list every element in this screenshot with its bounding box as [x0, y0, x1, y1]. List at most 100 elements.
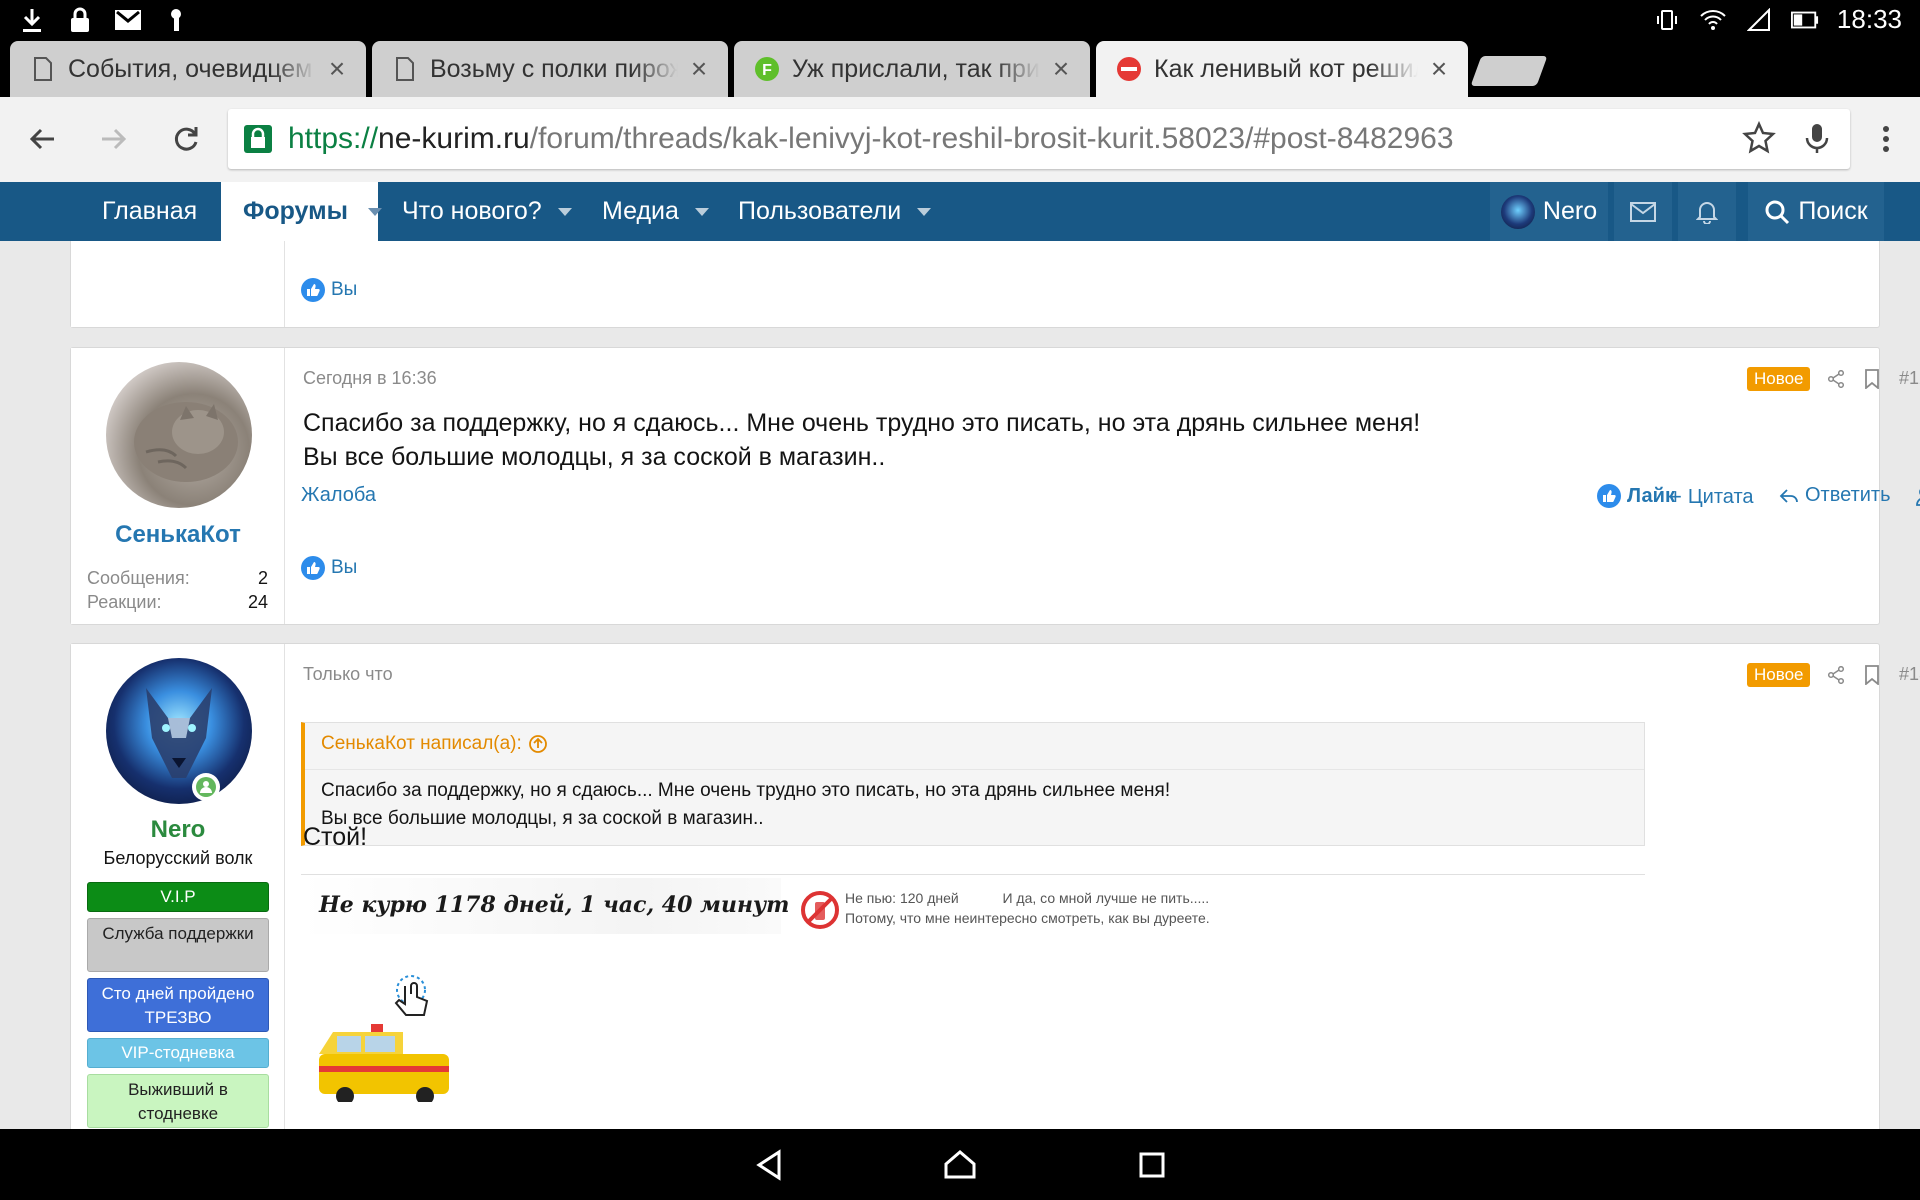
share-icon[interactable] [1825, 368, 1847, 390]
post-date[interactable]: Сегодня в 16:36 [303, 368, 437, 389]
nav-forums[interactable]: Форумы [221, 182, 382, 241]
search-label: Поиск [1798, 197, 1868, 225]
browser-tab-1[interactable]: События, очевидцем ко × [10, 41, 366, 97]
report-link[interactable]: Жалоба [301, 484, 376, 507]
reactions-bar[interactable]: Вы [301, 556, 357, 580]
nav-recents-icon[interactable] [1134, 1147, 1170, 1183]
browser-tab-2[interactable]: Возьму с полки пирожо × [372, 41, 728, 97]
online-status-icon [192, 773, 220, 801]
close-icon[interactable]: × [1050, 55, 1072, 83]
reactions-bar[interactable]: Вы [301, 278, 357, 302]
quote-line: Спасибо за поддержку, но я сдаюсь... Мне… [321, 780, 1171, 801]
browser-tab-3[interactable]: F Уж прислали, так присл × [734, 41, 1090, 97]
chevron-down-icon[interactable] [917, 207, 932, 216]
signature-divider [301, 874, 1645, 875]
reaction-users: Вы [331, 279, 358, 300]
close-icon[interactable]: × [1428, 55, 1450, 83]
post-previous: Вы [70, 241, 1880, 328]
address-bar[interactable]: https://ne-kurim.ru/forum/threads/kak-le… [228, 109, 1850, 169]
back-arrow-icon[interactable] [18, 115, 66, 163]
post-date[interactable]: Только что [303, 664, 393, 685]
user-banner-vip-challenge: VIP-стодневка [87, 1038, 269, 1068]
url-text: https://ne-kurim.ru/forum/threads/kak-le… [288, 122, 1454, 156]
user-title: Белорусский волк [103, 848, 253, 868]
svg-text:F: F [762, 62, 772, 79]
post-user-column: Nero Белорусский волк V.I.P Служба подде… [71, 644, 285, 1129]
bell-icon[interactable] [1678, 182, 1736, 241]
bookmark-icon[interactable] [1861, 368, 1883, 390]
quote-button[interactable]: + Цитата [1669, 484, 1754, 510]
smoke-free-counter-banner[interactable]: Не курю 1178 дней, 1 час, 40 минут [301, 878, 789, 934]
quote-header[interactable]: СенькаКот написал(а): [321, 733, 548, 755]
search-icon [1765, 200, 1790, 224]
cat-avatar-image [134, 402, 238, 482]
avatar[interactable] [106, 362, 252, 508]
microphone-icon[interactable] [1800, 121, 1836, 157]
post-number[interactable]: #13 [1899, 664, 1920, 685]
share-icon[interactable] [1825, 664, 1847, 686]
forward-arrow-icon[interactable] [90, 115, 138, 163]
tab-title: События, очевидцем ко [68, 54, 316, 83]
user-stat-messages: Сообщения: 2 [87, 568, 268, 589]
favicon-f-icon: F [754, 56, 780, 82]
quote-line: Вы все большие молодцы, я за соской в ма… [321, 808, 764, 829]
nav-user-account[interactable]: Nero [1490, 182, 1608, 241]
secure-lock-icon[interactable] [242, 123, 274, 155]
nav-home[interactable]: Главная [86, 182, 213, 241]
page-icon [30, 56, 56, 82]
like-reaction-icon [301, 278, 325, 302]
post-author[interactable]: Nero [71, 816, 285, 844]
post-user-column [71, 241, 285, 327]
avatar[interactable] [106, 658, 252, 804]
user-icon[interactable] [1915, 486, 1920, 506]
nav-back-icon[interactable] [752, 1147, 788, 1183]
reply-button[interactable]: Ответить [1779, 484, 1891, 507]
plus-icon: + [1669, 484, 1682, 509]
envelope-icon[interactable] [1614, 182, 1672, 241]
post-13: Nero Белорусский волк V.I.P Служба подде… [70, 643, 1920, 1129]
like-button[interactable]: Лайк [1597, 484, 1675, 508]
ambulance-animated-image[interactable] [301, 962, 471, 1105]
report-label: Жалоба [301, 484, 376, 506]
nav-whats-new[interactable]: Что нового? [402, 182, 572, 241]
key-icon [162, 6, 190, 34]
chrome-menu-icon[interactable] [1862, 115, 1910, 163]
quote-divider [305, 769, 1644, 770]
close-icon[interactable]: × [688, 55, 710, 83]
like-reaction-icon [301, 556, 325, 580]
reply-label: Ответить [1805, 484, 1891, 506]
nav-search[interactable]: Поиск [1748, 182, 1884, 241]
browser-tab-strip: События, очевидцем ко × Возьму с полки п… [0, 40, 1920, 97]
chevron-down-icon[interactable] [557, 207, 572, 216]
lock-icon [66, 6, 94, 34]
nav-media[interactable]: Медиа [602, 182, 709, 241]
browser-tab-4-active[interactable]: Как ленивый кот решил × [1096, 41, 1468, 97]
new-badge: Новое [1747, 367, 1811, 391]
sober-counter-line-1: Не пью: 120 дней И да, со мной лучше не … [845, 890, 1209, 906]
reload-icon[interactable] [162, 115, 210, 163]
nav-users[interactable]: Пользователи [738, 182, 932, 241]
nav-home-icon[interactable] [942, 1147, 978, 1183]
sober-note: И да, со мной лучше не пить..... [1002, 890, 1210, 906]
nav-label: Что нового? [402, 197, 542, 225]
reaction-users: Вы [331, 557, 358, 578]
wifi-icon [1699, 6, 1727, 34]
chevron-down-icon[interactable] [367, 207, 382, 216]
arrow-up-circle-icon[interactable] [528, 734, 548, 754]
new-tab-button[interactable] [1470, 56, 1548, 86]
user-banner-support: Служба поддержки [87, 918, 269, 972]
stat-value: 2 [257, 568, 268, 588]
signal-icon [1745, 6, 1773, 34]
post-message-column: Вы [285, 241, 1879, 327]
like-label: Лайк [1627, 484, 1675, 507]
bookmark-star-icon[interactable] [1742, 120, 1778, 157]
nav-label: Главная [102, 197, 198, 225]
close-icon[interactable]: × [326, 55, 348, 83]
bookmark-icon[interactable] [1861, 664, 1883, 686]
no-entry-favicon-icon [1116, 56, 1142, 82]
post-author[interactable]: СенькаКот [71, 521, 285, 549]
post-number[interactable]: #12 [1899, 368, 1920, 389]
chevron-down-icon[interactable] [694, 207, 709, 216]
url-scheme: https:// [288, 122, 379, 155]
nav-username: Nero [1542, 197, 1598, 225]
